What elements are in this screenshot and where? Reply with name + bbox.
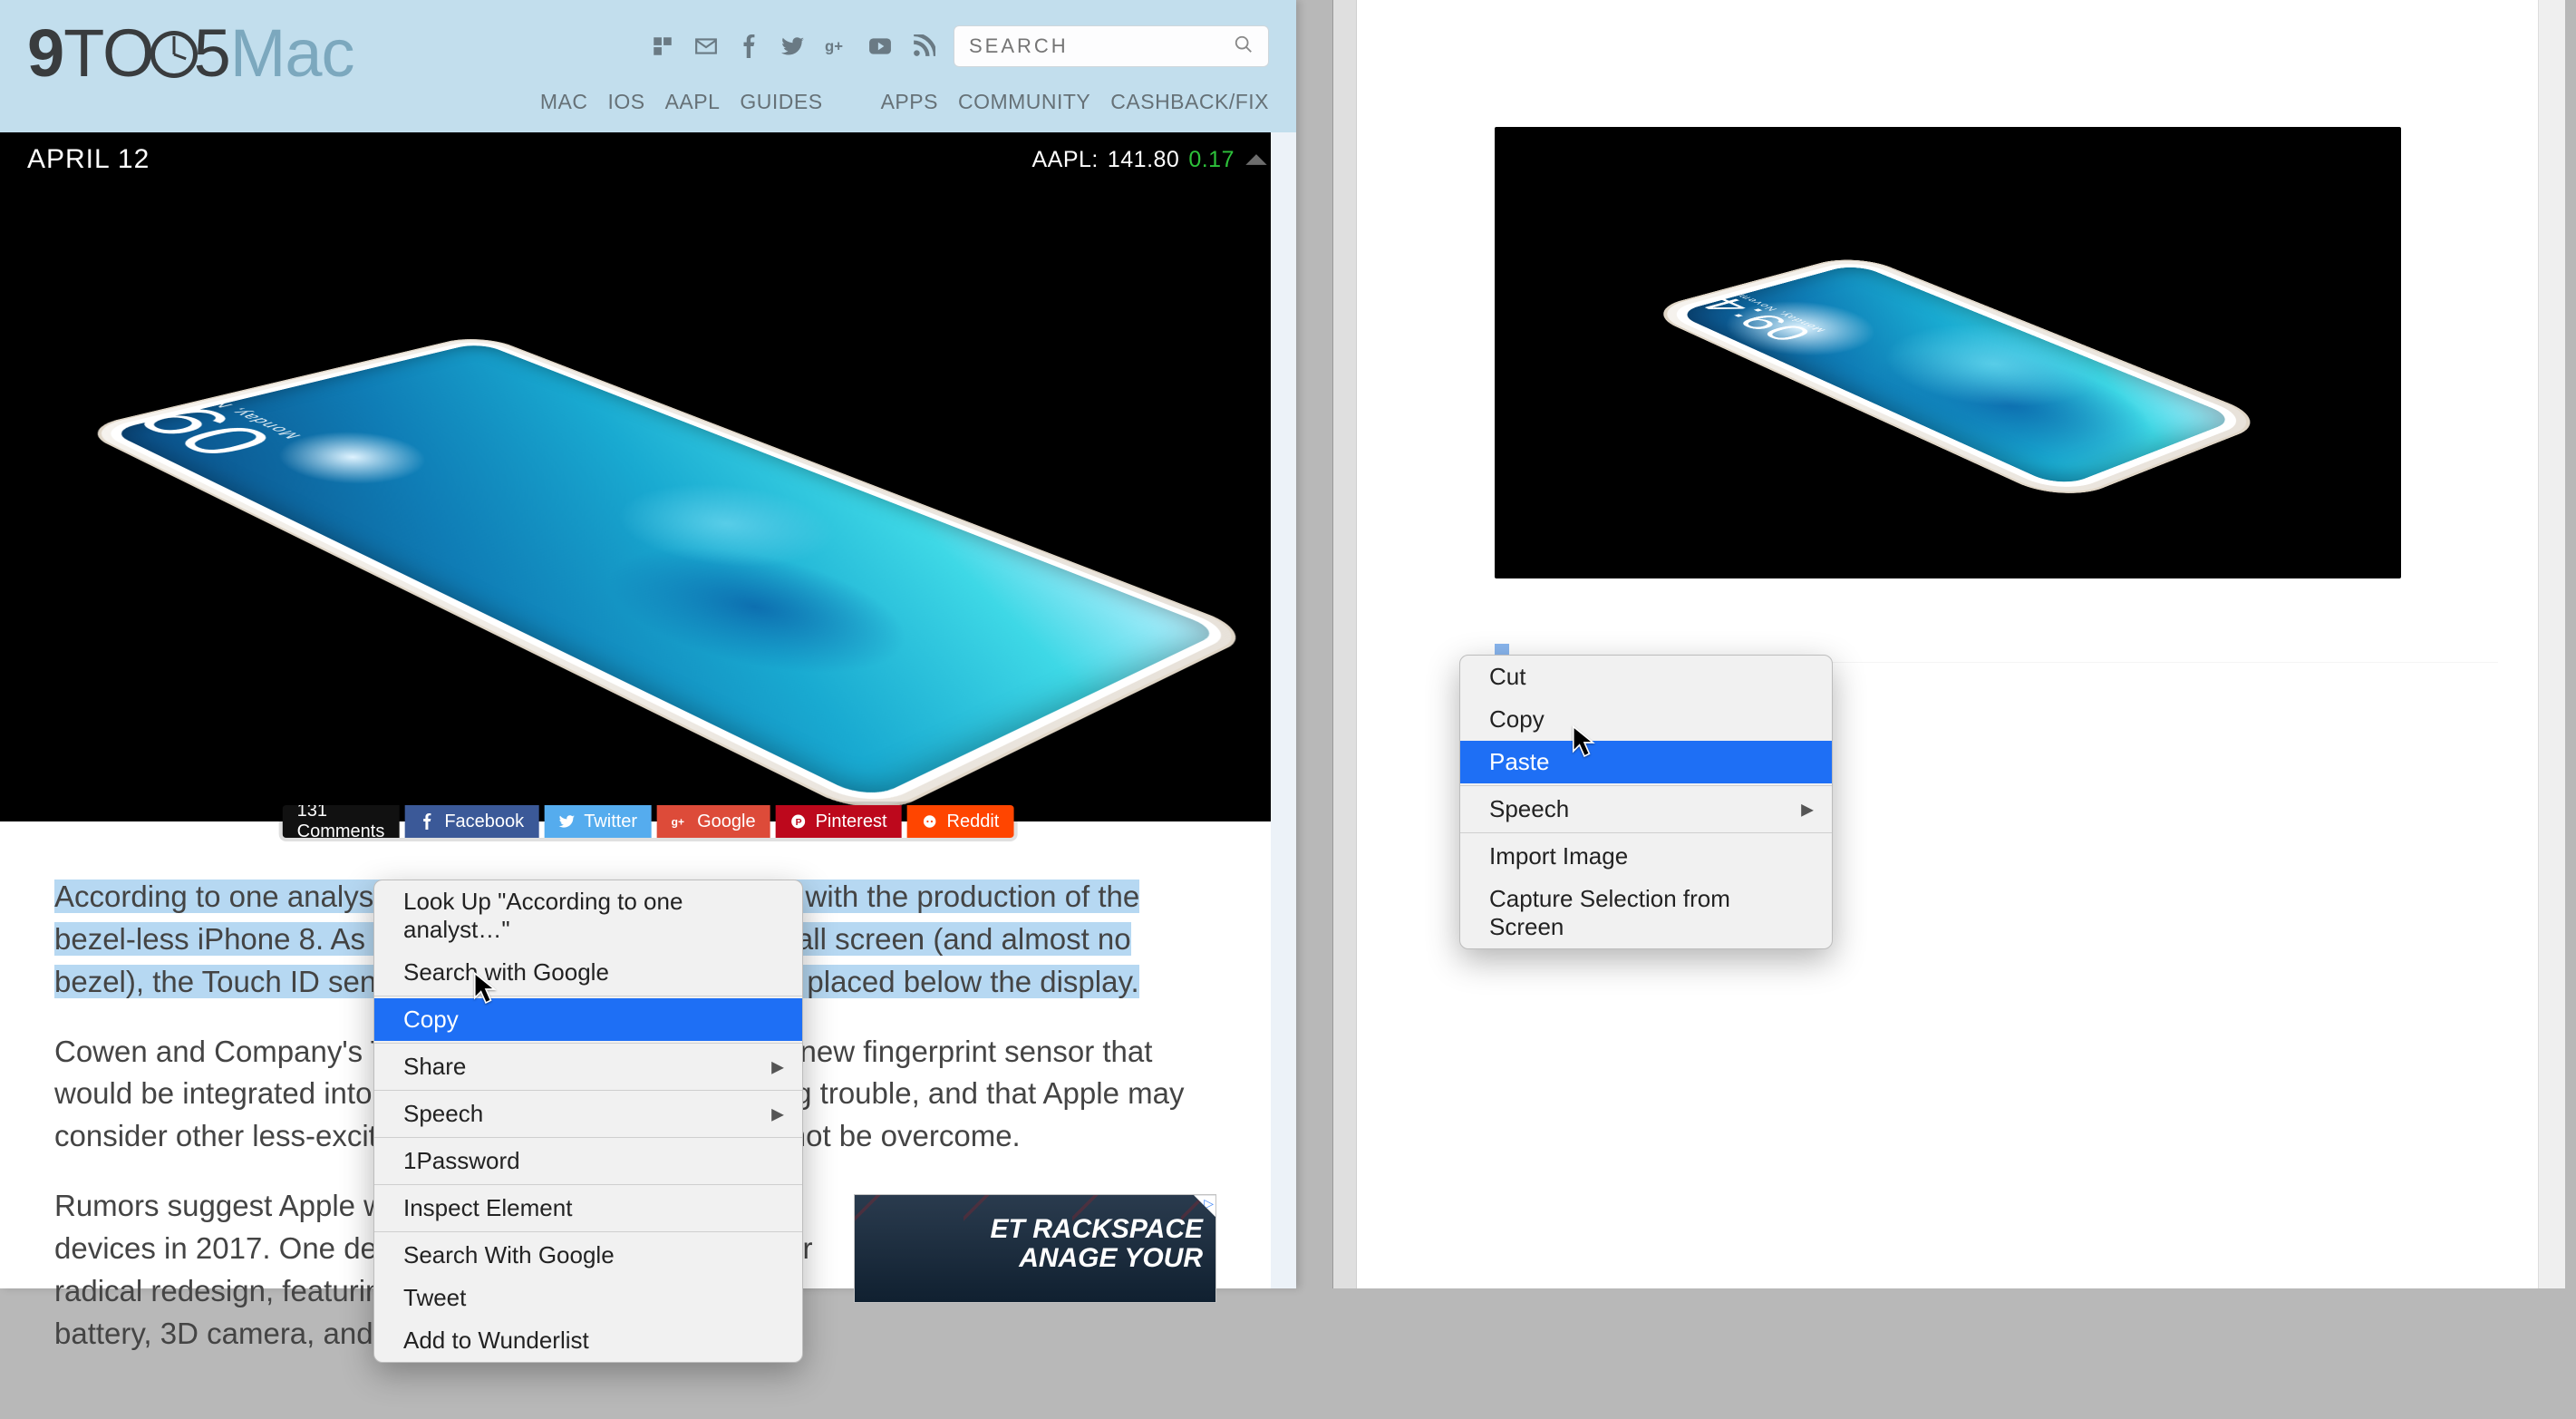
nav-mac[interactable]: MAC: [540, 90, 588, 114]
logo-part-5: 5: [194, 15, 230, 91]
document-canvas[interactable]: 09:41 Monday, November 3: [1357, 0, 2538, 1288]
svg-text:g+: g+: [672, 816, 684, 829]
page-date: APRIL 12: [27, 144, 150, 175]
cm-speech[interactable]: Speech: [1460, 788, 1832, 831]
cm-sep: [374, 1090, 802, 1091]
logo-part-mac: Mac: [230, 15, 354, 91]
primary-nav: MAC IOS AAPL GUIDES APPS COMMUNITY CASHB…: [540, 90, 1269, 114]
logo-part-9: 9: [27, 15, 63, 91]
nav-apps[interactable]: APPS: [881, 90, 938, 114]
share-facebook[interactable]: Facebook: [404, 805, 538, 838]
cm-copy[interactable]: Copy: [374, 998, 802, 1041]
share-twitter[interactable]: Twitter: [544, 805, 652, 838]
logo-part-to: TO: [63, 15, 153, 91]
twitter-icon[interactable]: [780, 33, 807, 60]
youtube-icon[interactable]: [867, 33, 894, 60]
cm-inspect-element[interactable]: Inspect Element: [374, 1187, 802, 1229]
cm-search-google[interactable]: Search with Google: [374, 951, 802, 994]
pasted-image[interactable]: 09:41 Monday, November 3: [1495, 127, 2401, 578]
comments-chip[interactable]: 131 Comments: [283, 805, 400, 838]
facebook-icon[interactable]: [736, 33, 763, 60]
context-menu-browser: Look Up "According to one analyst…" Sear…: [373, 880, 803, 1363]
stock-up-icon: [1244, 150, 1269, 170]
nav-aapl[interactable]: AAPL: [665, 90, 721, 114]
share-google[interactable]: g+Google: [657, 805, 770, 838]
document-right-scrollbar[interactable]: [2538, 0, 2565, 1288]
date-bar: APRIL 12 AAPL: 141.80 0.17: [0, 132, 1296, 187]
cm-search-with-google[interactable]: Search With Google: [374, 1234, 802, 1277]
cm-capture-selection[interactable]: Capture Selection from Screen: [1460, 878, 1832, 948]
cm-add-wunderlist[interactable]: Add to Wunderlist: [374, 1319, 802, 1362]
search-box: [954, 25, 1269, 67]
nav-ios[interactable]: IOS: [607, 90, 644, 114]
context-menu-document: Cut Copy Paste Speech Import Image Captu…: [1459, 655, 1833, 949]
stock-change: 0.17: [1188, 147, 1235, 173]
cm-import-image[interactable]: Import Image: [1460, 835, 1832, 878]
cm-sep: [1460, 785, 1832, 786]
nav-guides[interactable]: GUIDES: [740, 90, 822, 114]
email-icon[interactable]: [692, 33, 720, 60]
display-ad[interactable]: ▷ ET RACKSPACEANAGE YOUR: [854, 1194, 1216, 1303]
nav-community[interactable]: COMMUNITY: [958, 90, 1090, 114]
cm-cut[interactable]: Cut: [1460, 656, 1832, 698]
browser-scrollbar[interactable]: [1271, 0, 1296, 1288]
document-window: 09:41 Monday, November 3: [1332, 0, 2565, 1288]
cm-sep: [374, 1184, 802, 1185]
phone-render-small: 09:41 Monday, November 3: [1641, 253, 2272, 503]
cm-share[interactable]: Share: [374, 1045, 802, 1088]
flipboard-icon[interactable]: [649, 33, 676, 60]
stock-price: 141.80: [1108, 147, 1179, 173]
cm-speech[interactable]: Speech: [374, 1093, 802, 1135]
rss-icon[interactable]: [910, 33, 937, 60]
browser-window: 9TO5Mac g+ MAC IOS AAPL GUI: [0, 0, 1296, 1288]
cm-lookup[interactable]: Look Up "According to one analyst…": [374, 880, 802, 951]
cm-sep: [374, 1231, 802, 1232]
search-icon[interactable]: [1234, 34, 1254, 59]
site-logo[interactable]: 9TO 5Mac: [27, 15, 354, 92]
nav-cashback[interactable]: CASHBACK/FIX: [1110, 90, 1269, 114]
stock-ticker[interactable]: AAPL: 141.80 0.17: [1031, 147, 1269, 173]
cm-tweet[interactable]: Tweet: [374, 1277, 802, 1319]
text-cursor-selection: [1495, 644, 1509, 655]
phone-render: 09:41 Monday, November 3: [77, 334, 1257, 821]
cm-paste[interactable]: Paste: [1460, 741, 1832, 783]
search-input[interactable]: [969, 34, 1234, 58]
site-header: 9TO5Mac g+ MAC IOS AAPL GUI: [0, 0, 1296, 132]
cm-sep: [1460, 832, 1832, 833]
svg-text:g+: g+: [825, 38, 843, 55]
top-utilities: g+: [649, 25, 1269, 67]
svg-text:P: P: [796, 817, 802, 828]
document-left-gutter: [1333, 0, 1357, 1288]
cm-sep: [374, 1137, 802, 1138]
cm-1password[interactable]: 1Password: [374, 1140, 802, 1182]
share-strip: 131 Comments Facebook Twitter g+Google P…: [283, 805, 1014, 838]
stock-symbol: AAPL:: [1031, 147, 1098, 173]
google-plus-icon[interactable]: g+: [823, 33, 850, 60]
cm-copy[interactable]: Copy: [1460, 698, 1832, 741]
share-reddit[interactable]: Reddit: [907, 805, 1014, 838]
share-pinterest[interactable]: PPinterest: [776, 805, 902, 838]
cm-sep: [374, 1043, 802, 1044]
article-hero-image: 09:41 Monday, November 3: [0, 187, 1271, 821]
